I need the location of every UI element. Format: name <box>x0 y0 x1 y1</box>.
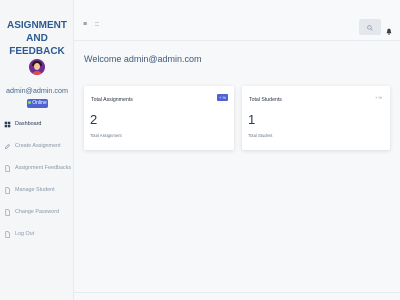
sidebar: ASIGNMENT AND FEEDBACK admin@admin.com O… <box>0 0 74 300</box>
sidebar-item-label: Assignment Feedbacks <box>15 165 72 171</box>
sidebar-item-label: Change Password <box>15 209 60 215</box>
file-icon <box>4 208 11 216</box>
dashboard-icon <box>4 121 11 128</box>
sidebar-item-label: Dashboard <box>15 121 42 127</box>
card-title: Total Students <box>249 97 282 103</box>
file-icon <box>4 164 11 172</box>
card-badge: + % <box>375 95 383 100</box>
sidebar-item-assignment-feedbacks[interactable]: Assignment Feedbacks <box>4 162 74 174</box>
card-total-assignments: Total Assignments + % 2 Total Assignment <box>84 86 234 150</box>
app-title-line1: ASIGNMENT AND <box>7 20 67 44</box>
top-bar: ≡ :: <box>74 0 400 41</box>
search-button[interactable] <box>359 19 381 35</box>
sidebar-item-create-assignment[interactable]: Create Assignment <box>4 140 74 152</box>
sidebar-item-dashboard[interactable]: Dashboard <box>4 118 74 130</box>
menu-toggle-icon[interactable]: ≡ <box>83 21 87 28</box>
sidebar-item-manage-student[interactable]: Manage Student <box>4 184 74 196</box>
card-value: 1 <box>248 112 256 127</box>
app-title: ASIGNMENT AND FEEDBACK <box>0 19 74 58</box>
edit-icon <box>4 143 11 150</box>
bell-icon[interactable] <box>386 22 392 40</box>
sidebar-item-label: Create Assignment <box>15 143 61 149</box>
sidebar-item-change-password[interactable]: Change Password <box>4 206 74 218</box>
card-title: Total Assignments <box>91 97 133 103</box>
footer-divider <box>74 292 400 293</box>
avatar <box>29 59 45 75</box>
file-icon <box>4 186 11 194</box>
page-title: Welcome admin@admin.com <box>84 54 202 64</box>
sidebar-item-log-out[interactable]: Log Out <box>4 228 74 240</box>
search-icon <box>367 18 373 36</box>
status-badge: Online <box>27 99 48 108</box>
card-total-students: Total Students + % 1 Total Student <box>242 86 390 150</box>
card-badge: + % <box>217 94 229 101</box>
user-email: admin@admin.com <box>5 86 69 95</box>
card-value: 2 <box>90 112 98 127</box>
grid-icon[interactable]: :: <box>95 21 99 28</box>
app-title-line2: FEEDBACK <box>9 46 65 57</box>
card-subtitle: Total Student <box>248 133 273 138</box>
online-dot-icon <box>28 101 32 105</box>
sidebar-item-label: Manage Student <box>15 187 55 193</box>
status-badge-label: Online <box>32 100 47 106</box>
card-subtitle: Total Assignment <box>90 133 122 138</box>
file-icon <box>4 230 11 238</box>
sidebar-item-label: Log Out <box>15 231 35 237</box>
